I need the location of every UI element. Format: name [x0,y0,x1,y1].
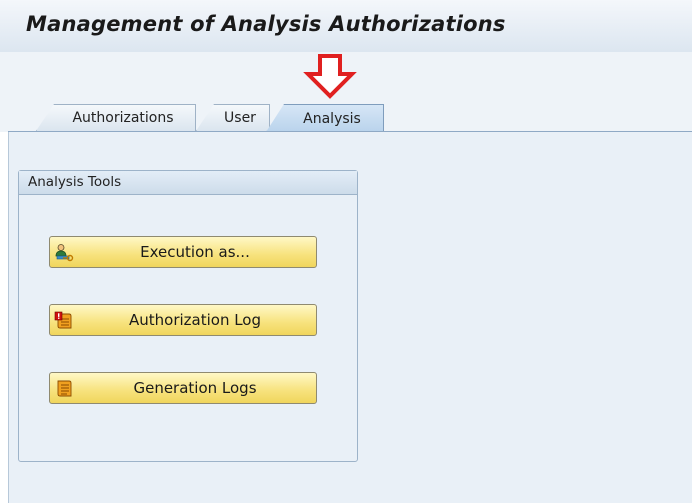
group-header: Analysis Tools [19,171,357,195]
annotation-arrow-icon [303,54,357,99]
error-log-icon [54,311,72,329]
button-label: Execution as... [140,243,250,261]
tab-label: Analysis [303,110,361,127]
tab-analysis[interactable]: Analysis [266,104,384,132]
button-label: Generation Logs [133,379,257,397]
execution-as-button[interactable]: Execution as... [49,236,317,268]
tab-user[interactable]: User [196,104,270,131]
tab-label: Authorizations [72,110,174,126]
tab-label: User [224,110,256,126]
tab-divider [8,131,692,132]
page-title: Management of Analysis Authorizations [26,12,506,36]
tab-authorizations[interactable]: Authorizations [36,104,196,131]
user-key-icon [55,244,74,262]
title-bar: Management of Analysis Authorizations [0,0,692,52]
log-icon [57,380,72,397]
generation-logs-button[interactable]: Generation Logs [49,372,317,404]
tab-strip: Authorizations User Analysis [0,104,692,134]
authorization-log-button[interactable]: Authorization Log [49,304,317,336]
analysis-tools-group: Analysis Tools Execution as... Authoriza… [18,170,358,462]
button-label: Authorization Log [128,311,262,329]
